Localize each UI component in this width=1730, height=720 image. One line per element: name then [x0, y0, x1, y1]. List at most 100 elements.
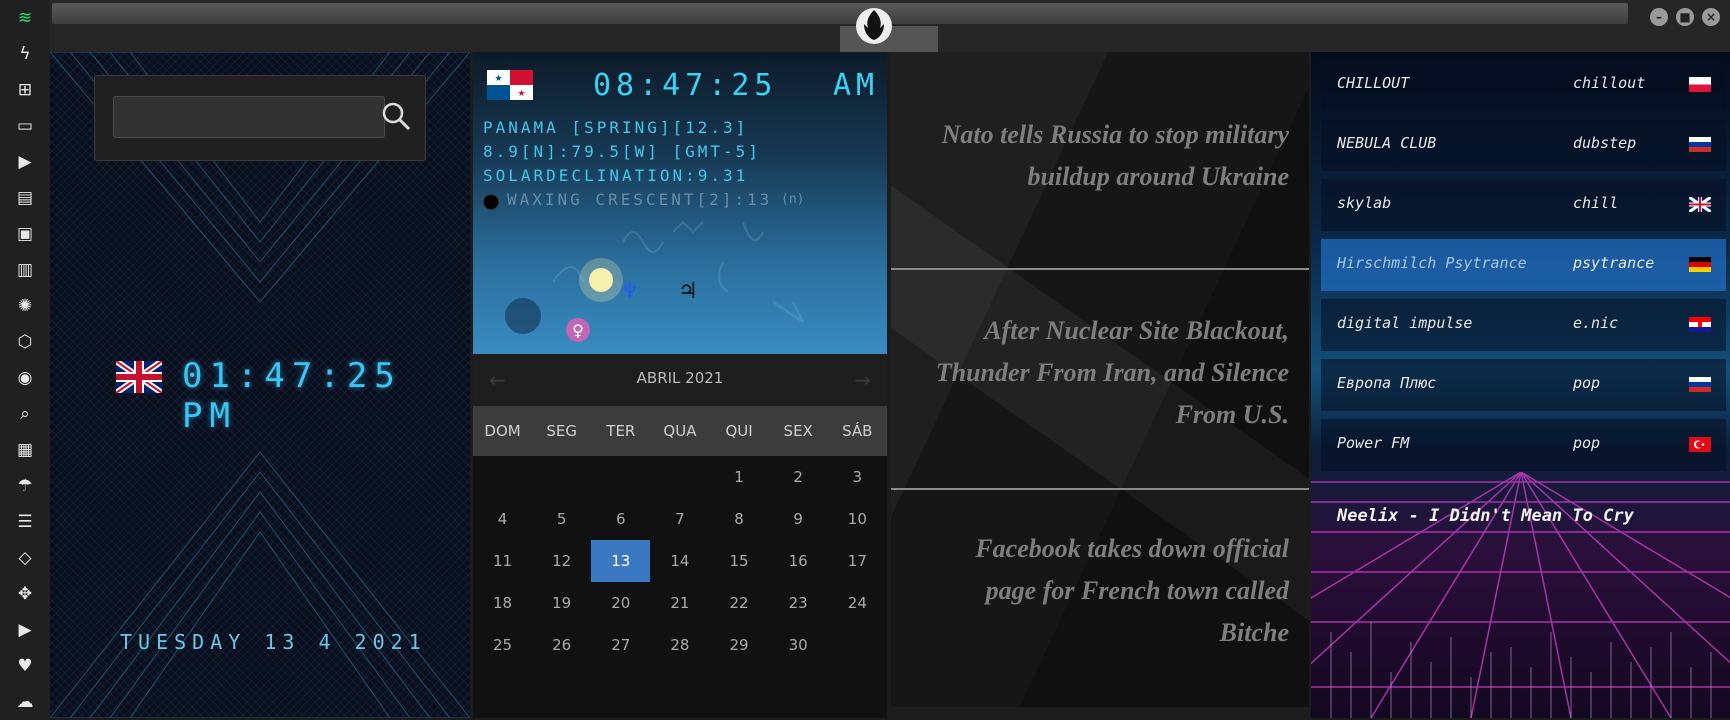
station-name: Power FM [1337, 434, 1410, 452]
calendar-next-icon[interactable]: → [854, 368, 871, 392]
station-row[interactable]: NEBULA CLUB dubstep [1321, 119, 1726, 171]
umbrella-icon[interactable]: ☂ [11, 472, 39, 500]
station-name: Hirschmilch Psytrance [1337, 254, 1527, 272]
minimize-button[interactable]: – [1650, 8, 1668, 26]
calendar-day[interactable]: 24 [828, 582, 887, 624]
station-name: NEBULA CLUB [1337, 134, 1437, 152]
weekday-label: SEG [546, 422, 577, 440]
uk-clock-date: TUESDAY 13 4 2021 [120, 630, 427, 654]
bolt-icon[interactable]: ϟ [11, 40, 39, 68]
play-icon[interactable]: ▶ [11, 148, 39, 176]
station-genre: e.nic [1573, 314, 1619, 332]
news-headline[interactable]: Facebook takes down official page for Fr… [919, 528, 1289, 654]
calendar-day[interactable]: 14 [650, 540, 709, 582]
youtube-icon[interactable]: ▶ [11, 616, 39, 644]
news-headline[interactable]: Nato tells Russia to stop military build… [919, 114, 1289, 198]
calendar-day[interactable]: 10 [828, 498, 887, 540]
panama-clock-time: 08:47:25 [593, 68, 778, 103]
cloud-icon[interactable]: ☁ [11, 688, 39, 716]
calendar-day[interactable]: 22 [710, 582, 769, 624]
news-divider [891, 268, 1309, 270]
archive-icon[interactable]: ▭ [11, 112, 39, 140]
globe-icon[interactable]: ◉ [11, 364, 39, 392]
wifi-icon[interactable]: ≋ [11, 4, 39, 32]
calendar-day[interactable]: 9 [769, 498, 828, 540]
atom-icon[interactable]: ✺ [11, 292, 39, 320]
station-genre: chill [1573, 194, 1619, 212]
calendar-day[interactable]: 11 [473, 540, 532, 582]
station-name: skylab [1337, 194, 1392, 212]
search-icon[interactable] [378, 98, 414, 134]
search-input[interactable] [113, 96, 385, 138]
close-button[interactable]: × [1702, 8, 1720, 26]
weekday-label: SEX [783, 422, 813, 440]
calendar-day[interactable]: 29 [710, 624, 769, 666]
station-row[interactable]: skylab chill [1321, 179, 1726, 231]
calendar-day[interactable]: 19 [532, 582, 591, 624]
calendar-day[interactable]: 12 [532, 540, 591, 582]
station-row-active[interactable]: Hirschmilch Psytrance psytrance [1321, 239, 1726, 291]
contacts-icon[interactable]: ☰ [11, 508, 39, 536]
news-headline[interactable]: After Nuclear Site Blackout, Thunder Fro… [919, 310, 1289, 436]
calendar-day[interactable]: 8 [710, 498, 769, 540]
windows-icon[interactable]: ⊞ [11, 76, 39, 104]
station-row[interactable]: CHILLOUT chillout [1321, 59, 1726, 111]
calendar-day[interactable]: 7 [650, 498, 709, 540]
maximize-button[interactable]: ■ [1676, 8, 1694, 26]
calendar-day[interactable]: 20 [591, 582, 650, 624]
calendar-day[interactable]: 4 [473, 498, 532, 540]
country-flag-icon-gb [1689, 197, 1711, 212]
calendar-day[interactable]: 16 [769, 540, 828, 582]
image-icon[interactable]: ▣ [11, 220, 39, 248]
heart-icon[interactable]: ♥ [11, 652, 39, 680]
country-flag-icon-pl [1689, 77, 1711, 92]
calendar-day-selected[interactable]: 13 [591, 540, 651, 582]
calendar-day[interactable]: 17 [828, 540, 887, 582]
calendar-day[interactable]: 15 [710, 540, 769, 582]
panama-flag-icon: ★ ★ [487, 70, 533, 100]
code-icon[interactable]: ◇ [11, 544, 39, 572]
search-icon[interactable]: ⌕ [11, 400, 39, 428]
country-flag-icon-hr [1689, 317, 1711, 332]
panama-clock-ampm: AM [833, 68, 880, 103]
calendar-day[interactable]: 25 [473, 624, 532, 666]
calendar-day[interactable]: 21 [650, 582, 709, 624]
calendar-day[interactable]: 26 [532, 624, 591, 666]
calendar-day[interactable]: 18 [473, 582, 532, 624]
astro-widget: ♀ ♆ ♃ ★ ★ 08:47:25 AM PANAMA [SPRING][12… [473, 52, 887, 354]
calendar-day[interactable]: 1 [710, 456, 769, 498]
uk-clock-time: 01:47:25 PM [182, 356, 402, 436]
news-panel: Nato tells Russia to stop military build… [891, 52, 1309, 707]
station-genre: dubstep [1573, 134, 1637, 152]
country-flag-icon-tr [1689, 437, 1711, 452]
calendar-day[interactable]: 6 [591, 498, 650, 540]
weekday-label: SÁB [842, 422, 873, 440]
weekday-label: TER [606, 422, 636, 440]
astro-solar-declination-line: SOLARDECLINATION:9.31 [483, 166, 749, 185]
news-icon[interactable]: ▥ [11, 256, 39, 284]
svg-text:★: ★ [517, 89, 525, 99]
calendar-day[interactable]: 30 [769, 624, 828, 666]
calendar-day[interactable]: 5 [532, 498, 591, 540]
station-genre: psytrance [1573, 254, 1655, 272]
calendar-day[interactable]: 3 [828, 456, 887, 498]
left-sidebar: ≋ ϟ ⊞ ▭ ▶ ▤ ▣ ▥ ✺ ⬡ ◉ ⌕ ▦ ☂ ☰ ◇ ✥ ▶ ♥ ☁ [0, 0, 50, 720]
map-icon[interactable]: ▦ [11, 436, 39, 464]
title-drag-track[interactable] [52, 3, 1628, 24]
calendar-day[interactable]: 23 [769, 582, 828, 624]
station-row[interactable]: Европа Плюс pop [1321, 359, 1726, 411]
station-row[interactable]: Power FM pop [1321, 419, 1726, 471]
expand-icon[interactable]: ✥ [11, 580, 39, 608]
hexagon-icon[interactable]: ⬡ [11, 328, 39, 356]
rebel-alliance-logo-icon [856, 8, 892, 44]
weekday-label: QUA [663, 422, 697, 440]
calendar-day[interactable]: 28 [650, 624, 709, 666]
calendar-day[interactable]: 2 [769, 456, 828, 498]
station-row[interactable]: digital impulse e.nic [1321, 299, 1726, 351]
calendar-day[interactable]: 27 [591, 624, 650, 666]
weekday-label: DOM [484, 422, 521, 440]
moon-hemisphere-text: (n) [781, 192, 805, 207]
book-icon[interactable]: ▤ [11, 184, 39, 212]
clock-panel: 01:47:25 PM TUESDAY 13 4 2021 [50, 52, 470, 718]
station-genre: pop [1573, 434, 1601, 452]
